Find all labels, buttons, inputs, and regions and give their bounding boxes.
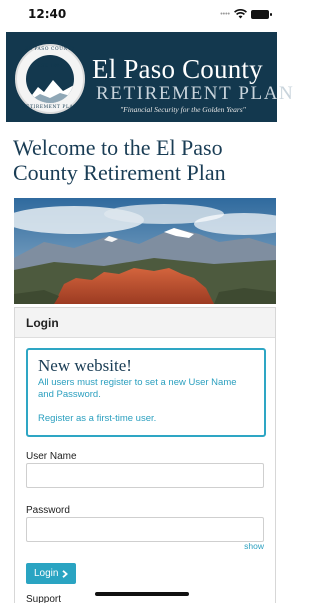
seal-est-text: EST. 1967	[37, 63, 63, 69]
notice-text: All users must register to set a new Use…	[38, 377, 237, 400]
password-label: Password	[26, 505, 70, 516]
hero-image	[14, 198, 276, 304]
status-time: 12:40	[28, 7, 67, 21]
password-input[interactable]	[26, 517, 264, 542]
seal-top-text: EL PASO COUNTY	[25, 47, 75, 52]
status-bar: 12:40 ••••	[0, 0, 283, 28]
site-header-banner[interactable]: EL PASO COUNTY EST. 1967 RETIREMENT PLAN…	[6, 32, 293, 122]
mountain-landscape-image	[14, 198, 276, 304]
page-title: Welcome to the El Paso County Retirement…	[13, 135, 226, 185]
mountain-icon	[26, 80, 74, 103]
wifi-icon	[234, 9, 247, 19]
home-indicator[interactable]	[95, 592, 189, 596]
chevron-right-icon	[62, 569, 69, 578]
login-button[interactable]: Login	[26, 563, 77, 584]
login-panel: Login New website! All users must regist…	[14, 307, 276, 603]
brand-subtitle: RETIREMENT PLAN	[96, 83, 295, 104]
register-first-time-link[interactable]: Register as a first-time user.	[38, 413, 254, 424]
status-icons: ••••	[220, 9, 272, 19]
username-label: User Name	[26, 451, 77, 462]
show-password-link[interactable]: show	[244, 541, 264, 551]
login-button-label: Login	[34, 568, 59, 579]
login-panel-title: Login	[15, 308, 275, 338]
seal-logo: EL PASO COUNTY EST. 1967 RETIREMENT PLAN	[15, 44, 85, 114]
new-website-notice: New website! All users must register to …	[26, 348, 266, 437]
username-input[interactable]	[26, 463, 264, 488]
signal-dots-icon: ••••	[220, 10, 230, 18]
support-heading: Support	[26, 594, 62, 603]
battery-icon	[251, 9, 272, 19]
brand-tagline: "Financial Security for the Golden Years…	[120, 105, 246, 114]
seal-bottom-text: RETIREMENT PLAN	[22, 105, 78, 110]
brand-name: El Paso County	[92, 54, 263, 84]
notice-title: New website!	[38, 356, 132, 375]
